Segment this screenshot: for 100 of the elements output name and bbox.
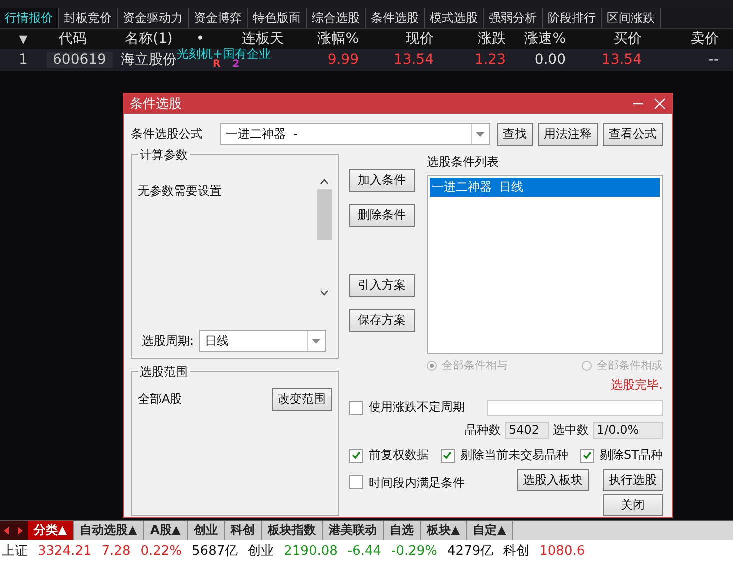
change-percent: 9.99 [326,52,360,68]
column-header[interactable]: 名称(1) [113,30,185,48]
view-tab[interactable]: 封板竞价 [59,8,118,28]
index-value: 4279亿 [448,543,494,560]
count-label: 品种数 [465,422,501,439]
index-value: 上证 [2,543,28,560]
category-tab[interactable]: 科创 [224,521,262,540]
scope-value: 全部A股 [138,391,182,408]
stock-name: 海立股份 [120,51,178,69]
dialog-button[interactable]: 关闭 [603,494,663,516]
view-tab[interactable]: 综合选股 [307,8,366,28]
column-header[interactable]: 买价 [572,30,648,48]
formula-button[interactable]: 用法注释 [538,122,598,146]
checkbox[interactable] [440,448,455,462]
checkbox-label: 使用涨跌不定周期 [369,399,465,416]
dialog-button[interactable]: 执行选股 [603,469,663,491]
radio-label: 全部条件相或 [597,358,663,373]
view-tab[interactable]: 阶段排行 [543,8,602,28]
formula-button[interactable]: 查看公式 [603,122,663,146]
change-scope-button[interactable]: 改变范围 [272,388,332,411]
index-value: 2190.08 [284,544,338,558]
checkbox[interactable] [580,448,594,462]
column-header[interactable]: ▼ [0,32,47,46]
column-header[interactable]: 连板天 [222,30,290,48]
category-tab[interactable]: 创业 [188,521,225,540]
checkbox-label: 前复权数据 [369,447,429,464]
checkbox[interactable] [349,475,363,489]
index-value: -6.44 [348,544,382,558]
index-value: 5687亿 [192,543,238,560]
category-tab[interactable]: 板块指数 [262,521,323,540]
checkbox-label: 时间段内满足条件 [369,475,465,492]
scroll-down-icon[interactable] [320,290,329,296]
stock-code: 600619 [47,52,113,68]
category-tab[interactable]: 自动选股▲ [74,521,144,540]
concept-tags: 光刻机+国有企业 [177,48,272,61]
selected-label: 选中数 [553,422,589,439]
price: 13.54 [392,52,435,68]
column-header[interactable]: 现价 [365,30,440,48]
checkbox-label: 剔除ST品种 [600,447,663,464]
column-header[interactable]: • [185,31,222,47]
scroll-up-icon[interactable] [320,179,329,185]
index-value: 3324.21 [38,544,92,558]
dialog-button[interactable]: 选股入板块 [517,469,589,491]
checkbox[interactable] [349,448,363,462]
view-tab[interactable]: 行情报价 [0,8,59,28]
category-tab[interactable]: 港美联动 [322,521,384,540]
index-value: 科创 [504,543,530,560]
list-title: 选股条件列表 [427,154,500,171]
view-tab[interactable]: 强弱分析 [484,8,543,28]
view-tab[interactable]: 条件选股 [366,8,425,28]
view-tab[interactable]: 资金博弈 [189,8,248,28]
condition-button[interactable]: 删除条件 [349,204,415,227]
change: 1.23 [474,52,507,68]
ask-price: -- [708,52,720,68]
period-label: 选股周期: [142,332,194,350]
condition-button[interactable]: 引入方案 [349,274,415,297]
speed: 0.00 [534,52,567,68]
row-number: 1 [18,52,29,68]
formula-button[interactable]: 查找 [497,122,533,146]
group-title: 选股范围 [138,364,190,381]
dropdown-arrow-icon[interactable] [312,338,322,344]
category-tab[interactable]: 自定▲ [467,521,514,540]
category-tab[interactable]: 分类▲ [28,521,74,540]
bid-price: 13.54 [600,52,643,68]
count-field: 5402 [505,422,549,439]
condition-button[interactable]: 加入条件 [349,169,415,192]
index-value: 7.28 [102,544,131,558]
formula-dropdown[interactable]: 一进二神器 - [220,123,490,145]
column-header[interactable]: 涨幅% [290,30,365,48]
column-header[interactable]: 涨跌 [440,30,512,48]
close-icon[interactable] [654,98,666,110]
params-message: 无参数需要设置 [138,183,223,200]
index-value: 创业 [248,543,274,560]
view-tab[interactable]: 区间涨跌 [602,8,661,28]
period-dropdown[interactable]: 日线 [199,330,326,352]
group-title: 计算参数 [138,147,190,164]
column-header[interactable]: 代码 [47,30,113,48]
condition-button[interactable]: 保存方案 [349,309,415,332]
condition-item[interactable]: 一进二神器 日线 [430,178,660,197]
index-value: -0.29% [392,544,438,558]
checkbox-label: 剔除当前未交易品种 [460,447,569,464]
status-message: 选股完毕. [611,377,663,394]
column-header[interactable]: 涨速% [512,30,572,48]
dropdown-arrow-icon[interactable] [476,132,485,136]
category-tab[interactable]: 自选 [384,521,421,540]
selected-field: 1/0.0% [593,422,663,439]
category-tab[interactable]: 板块▲ [420,521,468,540]
scroll-arrows-icon[interactable] [0,521,28,540]
view-tab[interactable]: 模式选股 [425,8,484,28]
period-input[interactable] [487,400,663,416]
view-tab[interactable]: 特色版面 [248,8,307,28]
category-tab[interactable]: A股▲ [144,521,188,540]
formula-label: 条件选股公式 [131,126,203,142]
checkbox[interactable] [349,400,363,414]
dialog-title: 条件选股 [130,96,183,113]
column-header[interactable]: 卖价 [648,30,725,48]
index-value: 0.22% [140,544,182,558]
radio-label: 全部条件相与 [442,358,508,373]
view-tab[interactable]: 资金驱动力 [118,8,189,28]
index-value: 1080.6 [540,544,586,558]
